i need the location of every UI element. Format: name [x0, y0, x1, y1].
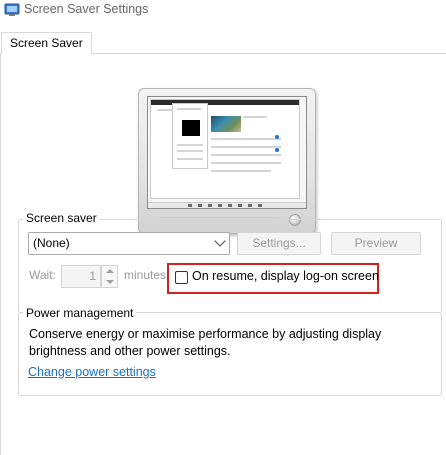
tab-screen-saver[interactable]: Screen Saver [1, 32, 92, 55]
monitor-preview [138, 88, 316, 234]
resume-logon-label[interactable]: On resume, display log-on screen [192, 269, 379, 283]
power-management-group-label: Power management [23, 306, 137, 320]
tab-strip: Screen Saver [0, 28, 446, 55]
title-bar: Screen Saver Settings [0, 0, 446, 26]
wait-minutes-input[interactable]: 1 [61, 265, 101, 288]
preview-taskbar [148, 202, 306, 208]
spin-up-icon[interactable] [106, 269, 114, 273]
screen-saver-app-icon [4, 3, 20, 16]
window-title: Screen Saver Settings [24, 2, 149, 16]
spin-down-icon[interactable] [106, 280, 114, 284]
preview-window-front [172, 103, 208, 169]
change-power-settings-link[interactable]: Change power settings [28, 365, 156, 379]
power-description: Conserve energy or maximise performance … [29, 327, 382, 358]
preview-button[interactable]: Preview [331, 232, 421, 255]
minutes-label: minutes [124, 268, 167, 282]
screen-saver-group-label: Screen saver [23, 211, 100, 225]
screen-saver-dropdown[interactable]: (None) [28, 232, 230, 255]
preview-screen [147, 96, 307, 209]
settings-button[interactable]: Settings... [237, 232, 321, 255]
chevron-down-icon [214, 235, 226, 247]
wait-spinner[interactable] [101, 265, 118, 288]
wait-label: Wait: [29, 268, 56, 282]
resume-logon-checkbox[interactable] [175, 271, 188, 284]
screen-saver-dropdown-value: (None) [33, 236, 70, 250]
